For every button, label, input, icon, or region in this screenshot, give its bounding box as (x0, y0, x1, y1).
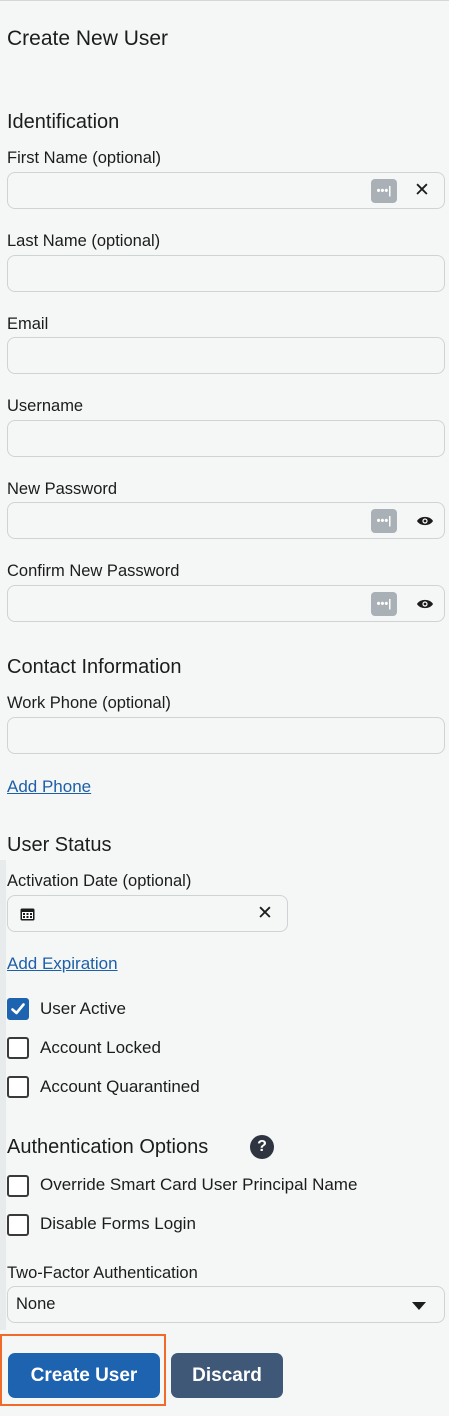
account-locked-label: Account Locked (40, 1038, 161, 1057)
page-title: Create New User (7, 27, 169, 50)
confirm-password-label: Confirm New Password (7, 562, 180, 580)
email-label: Email (7, 315, 49, 333)
calendar-icon[interactable] (20, 907, 35, 921)
account-locked-checkbox[interactable] (7, 1037, 29, 1059)
activation-date-field[interactable]: ✕ (7, 895, 288, 932)
user-status-heading: User Status (7, 834, 112, 856)
password-manager-icon[interactable]: •••| (371, 592, 397, 616)
user-active-checkbox[interactable] (7, 998, 29, 1020)
username-label: Username (7, 397, 84, 415)
override-smart-card-checkbox[interactable] (7, 1175, 29, 1197)
username-field[interactable] (7, 420, 445, 457)
activation-date-label: Activation Date (optional) (7, 872, 192, 890)
contact-heading: Contact Information (7, 656, 182, 678)
two-factor-select[interactable]: None (7, 1286, 445, 1323)
last-name-label: Last Name (optional) (7, 232, 161, 250)
create-user-button[interactable]: Create User (8, 1353, 160, 1398)
discard-button[interactable]: Discard (171, 1353, 283, 1398)
new-password-label: New Password (7, 480, 118, 498)
email-field[interactable] (7, 337, 445, 374)
close-icon[interactable]: ✕ (412, 180, 432, 202)
top-divider (0, 0, 449, 1)
checkmark-icon (11, 1003, 25, 1015)
user-active-label: User Active (40, 999, 126, 1018)
eye-icon[interactable] (416, 515, 434, 527)
eye-icon[interactable] (416, 598, 434, 610)
help-icon[interactable]: ? (250, 1135, 274, 1159)
password-manager-icon[interactable]: •••| (371, 509, 397, 533)
last-name-field[interactable] (7, 255, 445, 292)
work-phone-field[interactable] (7, 717, 445, 754)
caret-down-icon (412, 1302, 426, 1310)
password-manager-icon[interactable]: •••| (371, 179, 397, 203)
disable-forms-login-label: Disable Forms Login (40, 1214, 196, 1233)
first-name-label: First Name (optional) (7, 149, 162, 167)
disable-forms-login-checkbox[interactable] (7, 1214, 29, 1236)
add-expiration-link[interactable]: Add Expiration (7, 954, 118, 974)
add-phone-link[interactable]: Add Phone (7, 777, 91, 797)
close-icon[interactable]: ✕ (255, 903, 275, 925)
confirm-password-field[interactable]: •••| (7, 585, 445, 622)
new-password-field[interactable]: •••| (7, 502, 445, 539)
two-factor-label: Two-Factor Authentication (7, 1264, 198, 1282)
account-quarantined-checkbox[interactable] (7, 1076, 29, 1098)
work-phone-label: Work Phone (optional) (7, 694, 171, 712)
two-factor-value: None (16, 1295, 56, 1313)
identification-heading: Identification (7, 111, 120, 133)
first-name-field[interactable]: •••| ✕ (7, 172, 445, 209)
left-edge (0, 860, 6, 1330)
account-quarantined-label: Account Quarantined (40, 1077, 200, 1096)
authentication-heading: Authentication Options (7, 1136, 209, 1158)
override-smart-card-label: Override Smart Card User Principal Name (40, 1175, 358, 1194)
